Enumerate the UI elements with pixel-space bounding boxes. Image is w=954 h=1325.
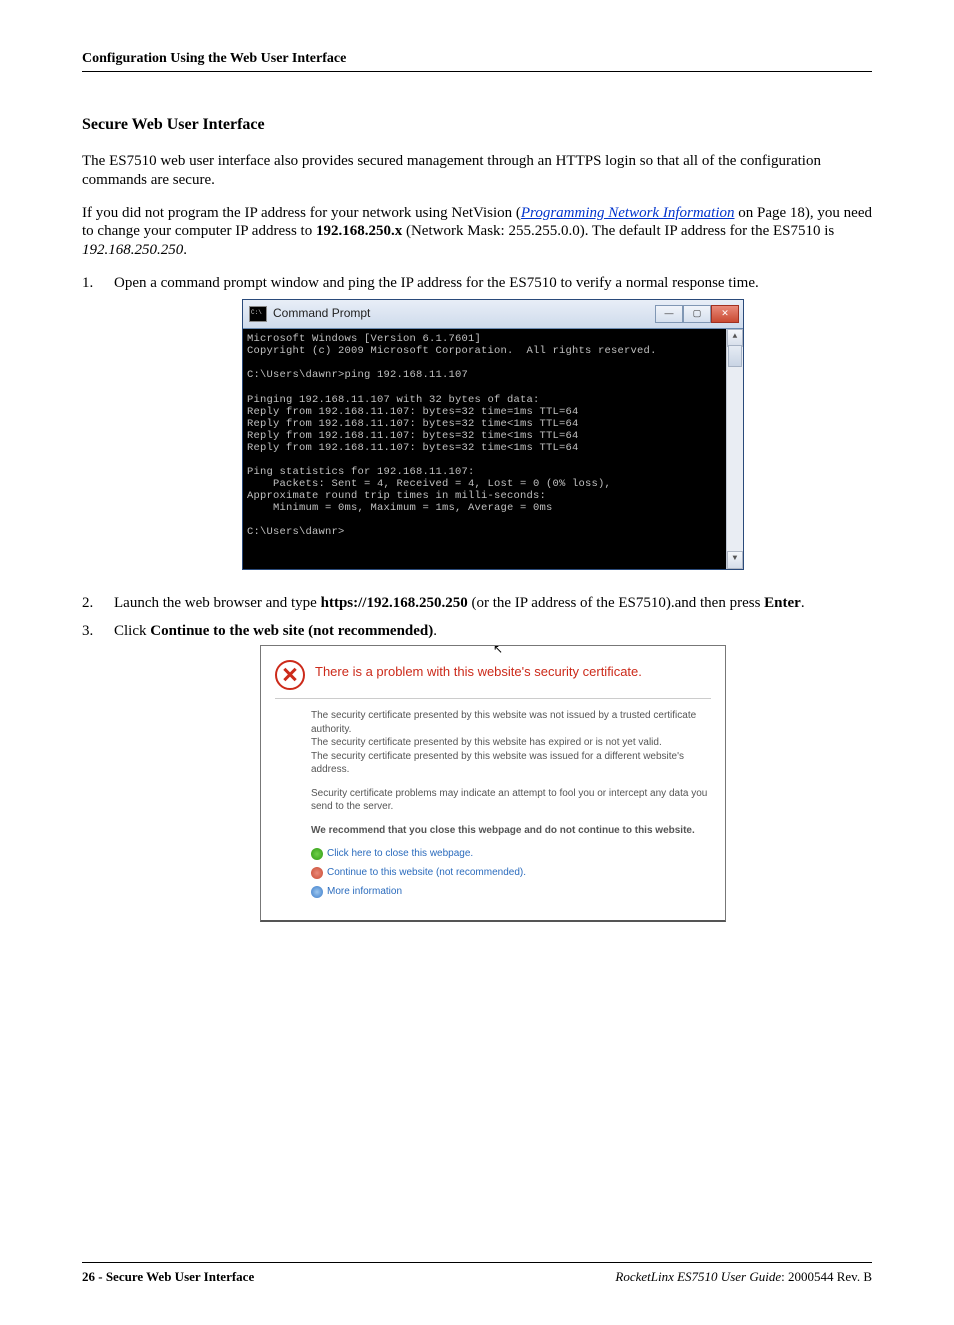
scroll-down-button[interactable]: ▼	[727, 551, 743, 569]
section-title: Secure Web User Interface	[82, 116, 872, 134]
minimize-button[interactable]: —	[655, 305, 683, 323]
shield-error-icon	[275, 660, 305, 690]
close-button[interactable]: ✕	[711, 305, 739, 323]
continue-website-link[interactable]: Continue to this website (not recommende…	[327, 866, 526, 879]
scroll-thumb[interactable]	[728, 345, 742, 367]
page-footer: 26 - Secure Web User Interface RocketLin…	[82, 1262, 872, 1285]
s2-pre: Launch the web browser and type	[114, 595, 321, 611]
p2-postip: (Network Mask: 255.255.0.0). The default…	[402, 223, 834, 239]
more-information-link[interactable]: More information	[327, 885, 402, 898]
step-2: 2. Launch the web browser and type https…	[82, 594, 872, 614]
steps-list: 1. Open a command prompt window and ping…	[82, 274, 872, 923]
s3-end: .	[433, 623, 437, 639]
s2-enter: Enter	[764, 595, 801, 611]
window-buttons: — ▢ ✕	[655, 305, 739, 323]
s3-bold: Continue to the web site (not recommende…	[150, 623, 433, 639]
cmd-icon	[249, 306, 267, 322]
cert-block-1: The security certificate presented by th…	[311, 709, 711, 777]
intro-paragraph-2: If you did not program the IP address fo…	[82, 204, 872, 260]
close-webpage-link[interactable]: Click here to close this webpage.	[327, 847, 473, 860]
command-prompt-window: Command Prompt — ▢ ✕ Microsoft Windows […	[242, 299, 744, 570]
cert-p1b: The security certificate presented by th…	[311, 736, 711, 750]
cert-p2: Security certificate problems may indica…	[311, 787, 711, 814]
cert-p3: We recommend that you close this webpage…	[311, 824, 711, 838]
cmd-scrollbar[interactable]: ▲▼	[726, 329, 743, 569]
cert-close-link-row: Click here to close this webpage.	[311, 847, 711, 860]
cmd-output: Microsoft Windows [Version 6.1.7601] Cop…	[247, 333, 657, 538]
footer-guide-title: RocketLinx ES7510 User Guide	[615, 1269, 781, 1284]
cmd-titlebar: Command Prompt — ▢ ✕	[243, 300, 743, 329]
maximize-button[interactable]: ▢	[683, 305, 711, 323]
p2-bold-ip: 192.168.250.x	[316, 223, 402, 239]
p2-end: .	[183, 242, 187, 258]
step-1-text: Open a command prompt window and ping th…	[114, 274, 872, 294]
programming-network-info-link[interactable]: Programming Network Information	[521, 205, 735, 221]
step-1: 1. Open a command prompt window and ping…	[82, 274, 872, 587]
step-number: 1.	[82, 274, 114, 587]
shield-warn-icon	[311, 867, 323, 879]
s2-url: https://192.168.250.250	[321, 595, 468, 611]
cmd-body[interactable]: Microsoft Windows [Version 6.1.7601] Cop…	[243, 329, 743, 569]
cert-p1c: The security certificate presented by th…	[311, 750, 711, 777]
footer-rev: : 2000544 Rev. B	[781, 1269, 872, 1284]
page-header: Configuration Using the Web User Interfa…	[82, 50, 872, 72]
s3-pre: Click	[114, 623, 150, 639]
shield-ok-icon	[311, 848, 323, 860]
intro-paragraph-1: The ES7510 web user interface also provi…	[82, 152, 872, 190]
step-3: 3. Click Continue to the web site (not r…	[82, 622, 872, 923]
step-number: 3.	[82, 622, 114, 923]
cert-p1a: The security certificate presented by th…	[311, 709, 711, 736]
s2-mid: (or the IP address of the ES7510).and th…	[468, 595, 764, 611]
step-number: 2.	[82, 594, 114, 614]
cert-top: There is a problem with this website's s…	[275, 654, 711, 699]
s2-end: .	[801, 595, 805, 611]
footer-left: 26 - Secure Web User Interface	[82, 1269, 254, 1285]
cmd-title: Command Prompt	[273, 306, 649, 322]
footer-right: RocketLinx ES7510 User Guide: 2000544 Re…	[615, 1269, 872, 1285]
cert-heading: There is a problem with this website's s…	[315, 660, 642, 681]
cert-more-info-row: More information	[311, 885, 711, 898]
chevron-down-icon	[311, 886, 323, 898]
certificate-warning-pane: ↖ There is a problem with this website's…	[260, 645, 726, 922]
p2-italic-ip: 192.168.250.250	[82, 242, 183, 258]
p2-pre: If you did not program the IP address fo…	[82, 205, 521, 221]
cert-continue-link-row: Continue to this website (not recommende…	[311, 866, 711, 879]
header-title: Configuration Using the Web User Interfa…	[82, 51, 346, 66]
cursor-icon: ↖	[493, 642, 503, 658]
